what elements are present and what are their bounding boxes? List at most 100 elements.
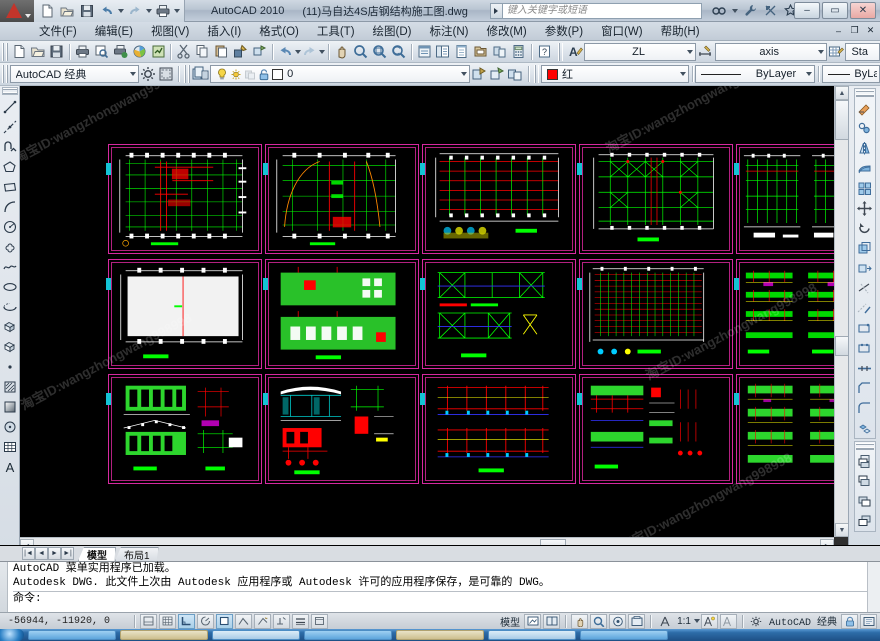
gradient-icon[interactable] [1,397,19,417]
text-style-combo[interactable]: ZL [584,42,696,61]
drawing-sheet[interactable] [420,259,576,369]
polygon-icon[interactable] [1,157,19,177]
construction-line-icon[interactable] [1,117,19,137]
undo-icon[interactable] [98,2,116,20]
undo-icon[interactable] [276,42,295,62]
paste-icon[interactable] [212,42,231,62]
manage-xref-icon[interactable] [490,42,509,62]
join-icon[interactable] [855,358,875,378]
chevron-down-icon[interactable] [129,72,136,76]
tab-model[interactable]: 模型 [78,547,116,561]
doc-restore-button[interactable]: ❐ [848,24,861,37]
undo-dropdown-icon[interactable] [118,8,124,13]
menu-parametric[interactable]: 参数(P) [536,22,592,40]
preview-icon[interactable] [92,42,111,62]
wrench-icon[interactable] [743,3,758,18]
ellipse-icon[interactable] [1,277,19,297]
pan-icon[interactable] [571,613,589,629]
menu-edit[interactable]: 编辑(E) [86,22,142,40]
table-style-icon[interactable] [827,42,846,62]
calculator-icon[interactable] [509,42,528,62]
drawing-sheet[interactable] [734,144,834,254]
layers-toolbar-grip[interactable] [184,65,190,83]
dim-style-icon[interactable] [696,42,715,62]
save-file-icon[interactable] [78,2,96,20]
search-expand-icon[interactable] [489,2,502,19]
sheetset-icon[interactable] [471,42,490,62]
dim-style-combo[interactable]: axis [714,42,827,61]
make-block-icon[interactable] [1,337,19,357]
command-scrollbar[interactable] [867,562,880,612]
3dprint-icon[interactable] [130,42,149,62]
bring-above-icon[interactable] [855,491,875,511]
drawing-viewport[interactable]: 淘宝ID:wangzhongwang998998 淘宝ID:wangzhongw… [20,86,834,537]
menu-insert[interactable]: 插入(I) [198,22,250,40]
stretch-icon[interactable] [855,258,875,278]
drawing-sheet[interactable] [577,259,733,369]
toolbar-grip[interactable] [2,42,8,61]
menu-file[interactable]: 文件(F) [30,22,86,40]
lwt-toggle[interactable] [292,613,309,629]
prev-tab-icon[interactable]: ◄ [35,547,48,560]
vertical-scroll-thumb-2[interactable] [835,336,849,356]
line-icon[interactable] [1,97,19,117]
minimize-button[interactable]: – [794,2,820,19]
doc-close-button[interactable]: ✕ [864,24,877,37]
menu-modify[interactable]: 修改(M) [477,22,535,40]
lineweight-combo[interactable]: ByLayer [822,65,880,83]
grid-toggle[interactable] [159,613,176,629]
array-icon[interactable] [855,178,875,198]
break-icon[interactable] [855,338,875,358]
qat-customize-icon[interactable] [174,8,180,13]
spline-icon[interactable] [1,257,19,277]
redo-dropdown-icon[interactable] [146,8,152,13]
zoom-window-icon[interactable] [370,42,389,62]
plot-icon[interactable] [154,2,172,20]
designcenter-icon[interactable] [434,42,453,62]
redo-icon[interactable] [126,2,144,20]
ortho-toggle[interactable] [178,613,195,629]
rectangle-icon[interactable] [1,177,19,197]
gear-icon[interactable] [748,614,765,629]
layer-match-icon[interactable] [506,64,524,84]
drawing-sheet[interactable] [263,144,419,254]
menu-help[interactable]: 帮助(H) [652,22,709,40]
search-communication-icon[interactable] [712,3,727,18]
bring-to-front-icon[interactable] [855,451,875,471]
draworder-toolbar-grip[interactable] [855,443,874,450]
drawing-sheet[interactable] [106,374,262,484]
hatch-icon[interactable] [1,377,19,397]
arc-icon[interactable] [1,197,19,217]
fillet-icon[interactable] [855,398,875,418]
open-file-icon[interactable] [58,2,76,20]
toolbar-lock-icon[interactable] [841,613,858,629]
color-combo[interactable]: 红 [541,65,689,83]
chamfer-icon[interactable] [855,378,875,398]
annotation-scale-dropdown-icon[interactable] [693,619,700,623]
chevron-down-icon[interactable] [679,72,686,76]
dyn-toggle[interactable] [273,613,290,629]
mirror-icon[interactable] [855,138,875,158]
matchprop-icon[interactable] [231,42,250,62]
copy-icon[interactable] [193,42,212,62]
help-icon[interactable]: ? [535,42,554,62]
offset-icon[interactable] [855,158,875,178]
doc-minimize-button[interactable]: – [832,24,845,37]
revision-cloud-icon[interactable] [1,237,19,257]
open-icon[interactable] [29,42,48,62]
steering-wheel-icon[interactable] [609,613,627,629]
drawing-sheet[interactable] [420,144,576,254]
taskbar-item[interactable] [580,630,668,640]
markup-icon[interactable] [149,42,168,62]
drawing-sheet[interactable] [106,259,262,369]
drawing-sheet[interactable] [263,259,419,369]
model-layout-icon[interactable] [524,613,542,629]
workspace-settings-icon[interactable] [139,64,157,84]
taskbar-item[interactable] [212,630,300,640]
send-under-icon[interactable] [855,511,875,531]
tab-layout1[interactable]: 布局1 [115,547,159,561]
workspace-status-label[interactable]: AutoCAD 经典 [766,613,840,629]
publish-icon[interactable] [111,42,130,62]
new-icon[interactable] [10,42,29,62]
drawing-sheet[interactable] [734,374,834,484]
